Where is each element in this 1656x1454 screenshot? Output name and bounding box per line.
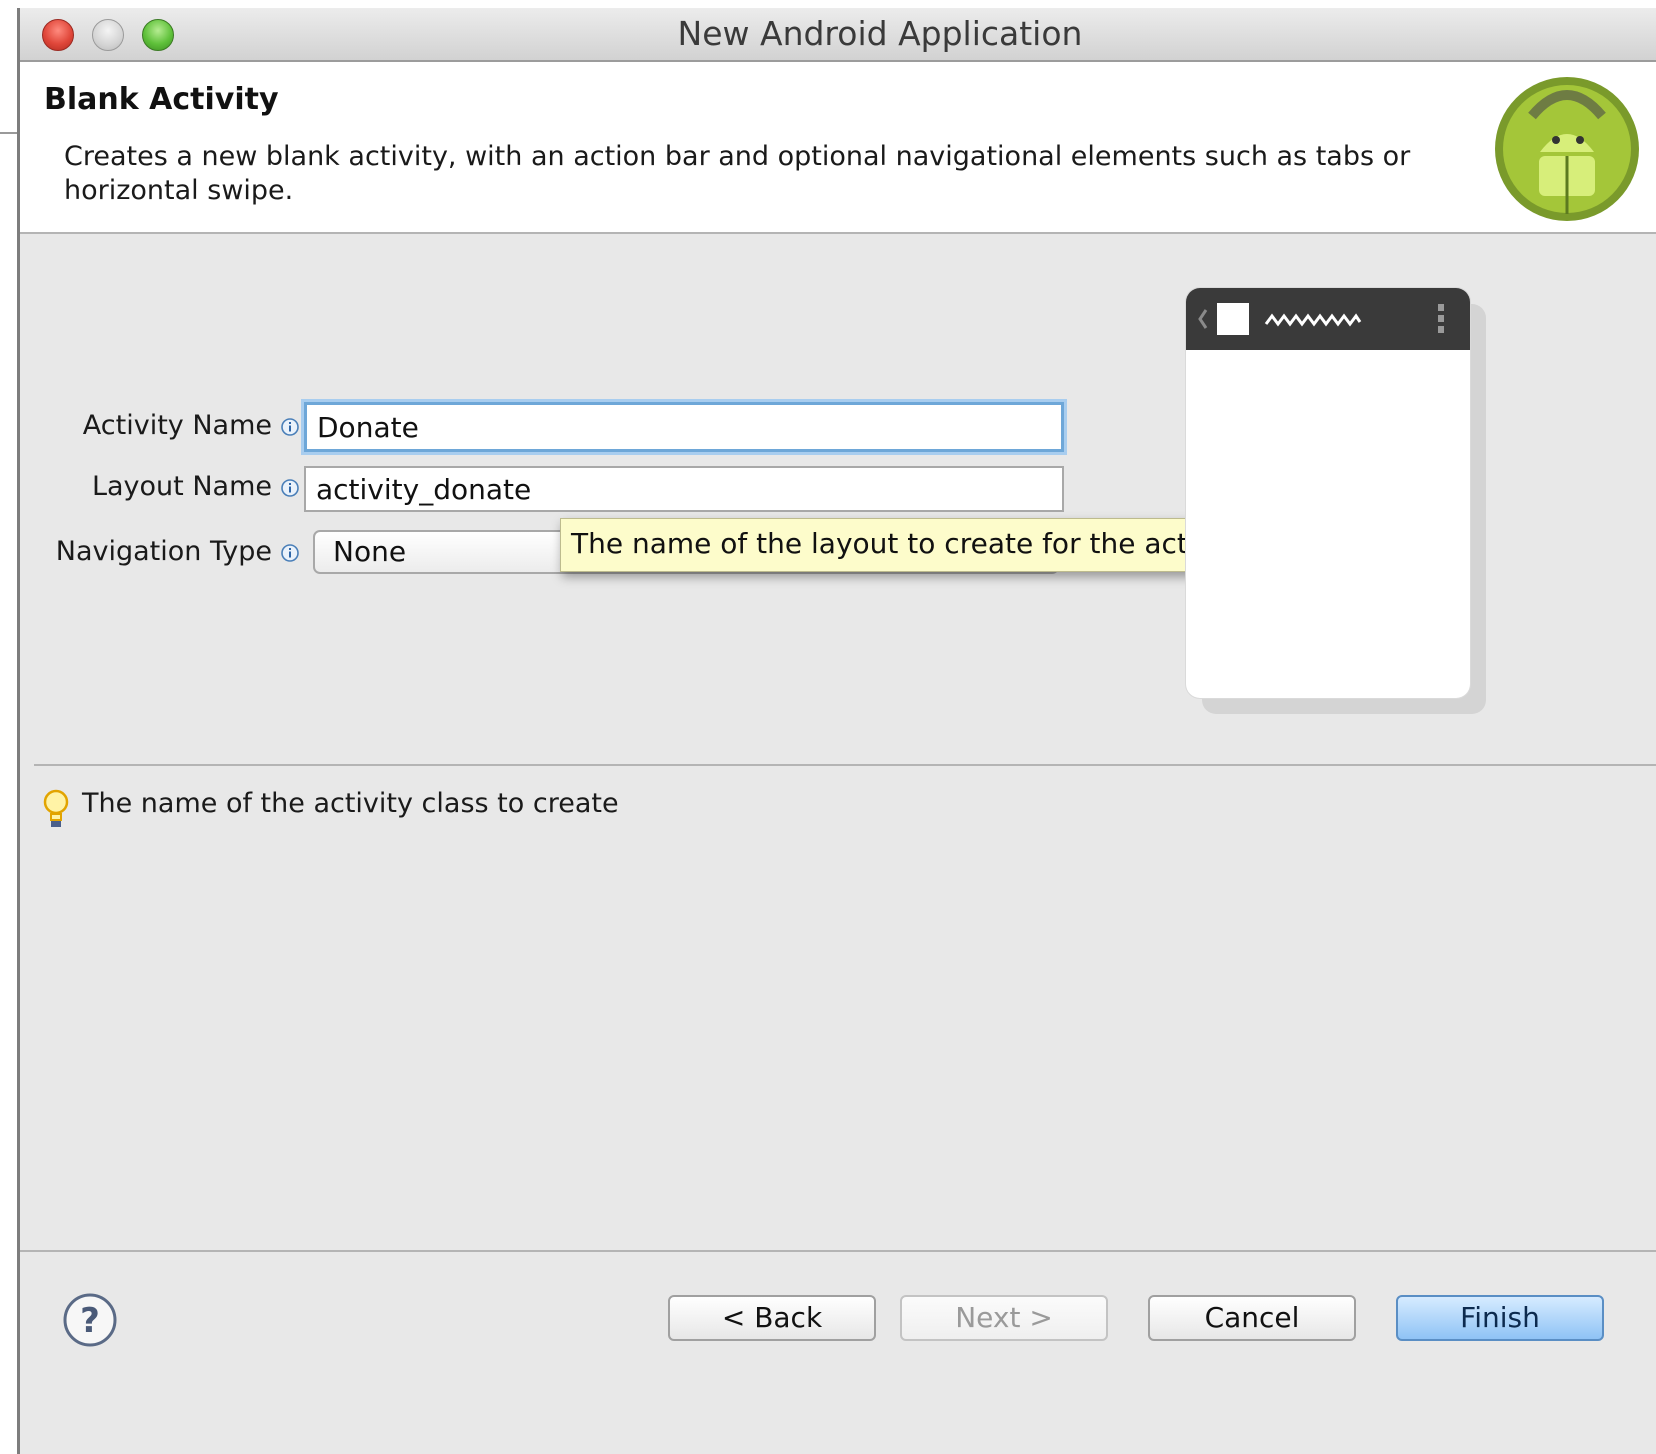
info-icon bbox=[281, 479, 299, 497]
info-icon bbox=[281, 544, 299, 562]
next-button[interactable]: Next > bbox=[900, 1295, 1108, 1341]
svg-text:?: ? bbox=[80, 1301, 100, 1341]
window-title: New Android Application bbox=[677, 14, 1083, 53]
layout-name-tooltip: The name of the layout to create for the… bbox=[560, 518, 1259, 572]
page-title: Blank Activity bbox=[44, 82, 279, 117]
preview-action-bar bbox=[1186, 288, 1470, 350]
finish-button[interactable]: Finish bbox=[1396, 1295, 1604, 1341]
title-squiggle-icon bbox=[1264, 313, 1362, 327]
page-description: Creates a new blank activity, with an ac… bbox=[64, 141, 1411, 206]
navigation-type-label: Navigation Type bbox=[55, 536, 272, 567]
footer-divider bbox=[20, 1250, 1656, 1252]
cancel-button[interactable]: Cancel bbox=[1148, 1295, 1356, 1341]
hint-message: The name of the activity class to create bbox=[82, 788, 619, 819]
layout-name-label: Layout Name bbox=[91, 471, 272, 502]
android-logo-icon bbox=[1495, 77, 1639, 221]
up-caret-icon bbox=[1198, 309, 1208, 329]
app-icon-placeholder bbox=[1217, 303, 1249, 335]
divider bbox=[34, 764, 1656, 766]
lightbulb-icon bbox=[43, 789, 69, 827]
info-icon bbox=[281, 418, 299, 436]
background-divider bbox=[0, 132, 17, 134]
activity-name-label: Activity Name bbox=[82, 410, 272, 441]
layout-name-field[interactable] bbox=[304, 466, 1064, 512]
help-icon[interactable]: ? bbox=[62, 1292, 118, 1348]
navigation-type-value: None bbox=[333, 535, 407, 568]
title-bar[interactable]: New Android Application bbox=[20, 8, 1656, 62]
wizard-header: Blank Activity Creates a new blank activ… bbox=[20, 62, 1656, 234]
activity-name-field[interactable] bbox=[304, 402, 1064, 452]
back-button[interactable]: < Back bbox=[668, 1295, 876, 1341]
overflow-menu-icon bbox=[1438, 304, 1444, 333]
new-android-application-dialog: New Android Application Blank Activity C… bbox=[17, 8, 1656, 1454]
background-window-edge bbox=[0, 0, 17, 1454]
activity-preview bbox=[1186, 288, 1470, 698]
